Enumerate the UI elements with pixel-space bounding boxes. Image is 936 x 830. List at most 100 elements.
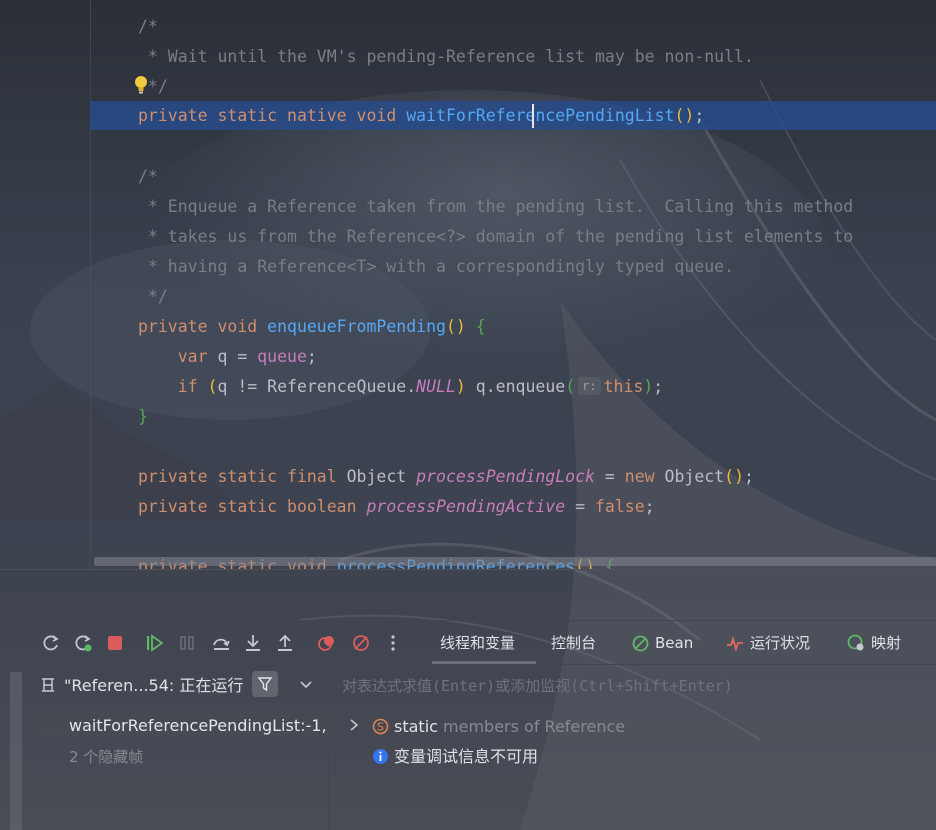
code-token: var [138, 347, 218, 366]
code-token: processPendingActive [366, 497, 566, 516]
code-line[interactable]: private static native void waitForRefere… [138, 101, 704, 131]
code-line[interactable]: * having a Reference<T> with a correspon… [138, 252, 734, 282]
code-line[interactable]: var q = queue; [138, 342, 317, 372]
text-caret [532, 104, 534, 128]
code-token: ; [306, 347, 317, 366]
parameter-hint: r: [578, 377, 601, 395]
evaluate-expression-input[interactable] [342, 676, 936, 696]
more-options-icon[interactable] [382, 632, 404, 654]
tab-bean[interactable]: Bean [632, 630, 693, 658]
hidden-frames-link[interactable]: 2 个隐藏帧 [69, 746, 143, 768]
code-line[interactable]: /* [138, 162, 158, 192]
code-token: private void [138, 317, 268, 336]
code-token: private static native void [138, 106, 407, 125]
code-token: NULL [416, 377, 456, 396]
code-token: () [445, 317, 466, 336]
mapping-icon [847, 634, 864, 651]
stop-icon[interactable] [104, 632, 126, 654]
view-breakpoints-icon[interactable] [316, 632, 338, 654]
resume-icon[interactable] [144, 632, 166, 654]
side-scroll-edge [10, 672, 22, 830]
tab-bean-label: Bean [655, 634, 694, 652]
code-token: waitForReferencePendingList [406, 106, 675, 125]
svg-text:S: S [377, 721, 384, 734]
code-token: = [565, 497, 595, 516]
code-token: private static boolean [138, 497, 367, 516]
code-line[interactable]: private static boolean processPendingAct… [138, 492, 655, 522]
static-keyword: static [394, 717, 438, 736]
tab-run-status-label: 运行状况 [750, 634, 811, 652]
info-message: 变量调试信息不可用 [394, 747, 539, 766]
lightbulb-icon[interactable] [134, 75, 148, 95]
code-token: * takes us from the Reference<?> domain … [138, 227, 854, 246]
code-token: ) [643, 377, 654, 396]
code-token: () [674, 106, 695, 125]
code-line[interactable]: * Wait until the VM's pending-Reference … [138, 42, 754, 72]
code-token: new [624, 467, 665, 486]
step-into-icon[interactable] [242, 632, 264, 654]
code-token: ; [653, 377, 664, 396]
tab-mapping[interactable]: 映射 [847, 630, 901, 658]
info-icon [373, 749, 388, 764]
filter-button[interactable] [252, 671, 278, 697]
static-members-label: members of Reference [437, 717, 626, 736]
code-line[interactable]: if (q != ReferenceQueue.NULL) q.enqueue(… [138, 372, 663, 402]
thread-selector[interactable]: "Referen...54: 正在运行 [40, 674, 243, 698]
pulse-icon [727, 636, 743, 652]
code-token: false [594, 497, 645, 516]
debug-panel: 线程和变量 控制台 Bean 运行状况 映射 "Referen...54: 正在… [0, 620, 936, 830]
code-token: } [138, 407, 148, 426]
code-token: q != ReferenceQueue. [217, 377, 417, 396]
code-token: q = [217, 347, 258, 366]
pause-icon[interactable] [176, 632, 198, 654]
code-token: q.enqueue [465, 377, 566, 396]
code-token: ) [455, 377, 466, 396]
chevron-down-icon[interactable] [298, 676, 314, 692]
code-token: ; [694, 106, 705, 125]
code-line[interactable]: } [138, 402, 148, 432]
chevron-right-icon[interactable] [348, 718, 360, 732]
tab-threads-variables[interactable]: 线程和变量 [440, 630, 515, 658]
static-icon: S [372, 718, 389, 735]
rerun-icon[interactable] [40, 632, 62, 654]
code-token: */ [138, 287, 168, 306]
thread-label: "Referen...54: 正在运行 [64, 676, 244, 695]
filter-icon [257, 677, 273, 692]
code-token: * having a Reference<T> with a correspon… [138, 257, 735, 276]
code-line[interactable]: private void enqueueFromPending() { [138, 312, 486, 342]
code-token: enqueueFromPending [267, 317, 446, 336]
rerun-debug-icon[interactable] [72, 632, 94, 654]
tab-console[interactable]: 控制台 [551, 630, 596, 658]
code-token: this [603, 377, 644, 396]
tab-run-status[interactable]: 运行状况 [726, 630, 810, 658]
code-line[interactable]: private static final Object processPendi… [138, 462, 754, 492]
code-line[interactable]: * takes us from the Reference<?> domain … [138, 222, 853, 252]
code-token: processPendingLock [416, 467, 595, 486]
code-token: Object [664, 467, 725, 486]
code-line[interactable]: * Enqueue a Reference taken from the pen… [138, 192, 853, 222]
frame-item[interactable]: waitForReferencePendingList:-1, R [69, 715, 328, 737]
code-token: ( [565, 377, 576, 396]
horizontal-scrollbar[interactable] [94, 557, 936, 566]
mute-breakpoints-icon[interactable] [350, 632, 372, 654]
tab-mapping-label: 映射 [871, 634, 902, 652]
variables-info-row: 变量调试信息不可用 [372, 745, 538, 769]
code-token: ; [744, 467, 754, 486]
gutter-divider [90, 0, 91, 570]
code-token: ( [207, 377, 218, 396]
code-line[interactable]: */ [138, 282, 168, 312]
static-members-row[interactable]: Sstatic members of Reference [372, 715, 625, 739]
code-token: if [138, 377, 208, 396]
step-over-icon[interactable] [210, 632, 232, 654]
step-out-icon[interactable] [274, 632, 296, 654]
code-editor[interactable]: /* * Wait until the VM's pending-Referen… [0, 0, 936, 570]
code-token: Object [346, 467, 417, 486]
tabs-divider [0, 664, 936, 665]
code-line[interactable]: /* [138, 12, 158, 42]
code-token: { [475, 317, 486, 336]
code-token: queue [257, 347, 307, 366]
frames-variables-divider[interactable] [328, 664, 329, 830]
code-token: ; [644, 497, 655, 516]
code-token: /* [138, 167, 158, 186]
